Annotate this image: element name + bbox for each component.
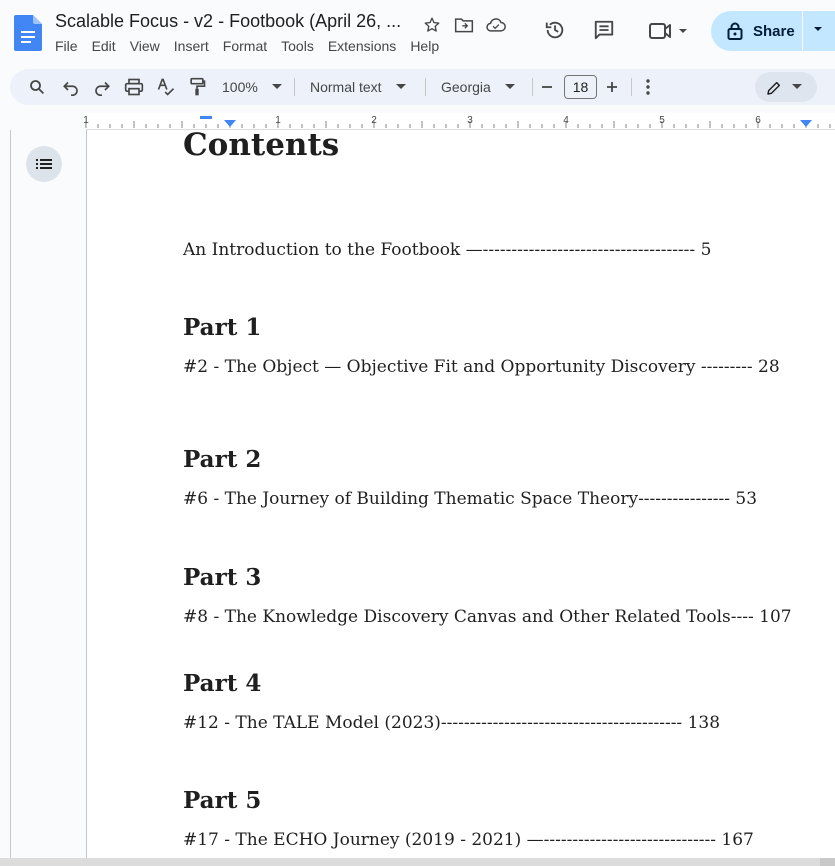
document-title[interactable]: Scalable Focus - v2 - Footbook (April 26…	[55, 11, 405, 32]
menu-file[interactable]: File	[55, 38, 78, 54]
toolbar-divider	[631, 78, 632, 96]
version-history-icon[interactable]	[544, 19, 566, 41]
print-icon[interactable]	[124, 69, 144, 105]
share-divider	[802, 11, 803, 51]
font-size-input[interactable]: 18	[564, 75, 597, 99]
share-label: Share	[753, 22, 795, 40]
font-family-value: Georgia	[441, 79, 491, 95]
zoom-select[interactable]: 100%	[222, 69, 282, 105]
menu-bar: File Edit View Insert Format Tools Exten…	[55, 38, 453, 54]
meet-icon[interactable]	[648, 20, 692, 42]
docs-logo-icon[interactable]	[14, 15, 42, 51]
star-icon[interactable]	[421, 14, 443, 36]
undo-icon[interactable]	[62, 69, 80, 105]
more-options-icon[interactable]	[646, 69, 650, 105]
comments-icon[interactable]	[593, 19, 615, 41]
formatting-toolbar: 100% Normal text Georgia 18	[10, 69, 835, 105]
ruler-number: 1	[275, 115, 281, 126]
toc-entry[interactable]: #12 - The TALE Model (2023)-------------…	[183, 713, 720, 733]
part-heading: Part 2	[183, 446, 262, 473]
search-menus-icon[interactable]	[28, 69, 46, 105]
toc-entry[interactable]: #2 - The Object — Objective Fit and Oppo…	[183, 357, 780, 377]
toc-entry[interactable]: #8 - The Knowledge Discovery Canvas and …	[183, 607, 792, 627]
lock-icon	[727, 22, 743, 40]
menu-edit[interactable]: Edit	[92, 38, 116, 54]
part-heading: Part 4	[183, 670, 262, 697]
chevron-down-icon	[271, 84, 282, 89]
paragraph-style-select[interactable]: Normal text	[310, 69, 414, 105]
ruler-ticks: 1 1 2 3 4 5 6	[83, 115, 831, 128]
toc-entry[interactable]: #17 - The ECHO Journey (2019 - 2021) —--…	[183, 830, 754, 850]
pencil-icon	[767, 81, 781, 95]
share-options-chevron-icon[interactable]	[811, 24, 825, 34]
chevron-down-icon	[395, 84, 406, 89]
menu-insert[interactable]: Insert	[174, 38, 209, 54]
move-folder-icon[interactable]	[453, 14, 475, 36]
ruler-number: 5	[659, 115, 665, 126]
editing-mode-button[interactable]	[755, 72, 817, 102]
contents-heading: Contents	[183, 130, 340, 163]
toolbar-divider	[294, 78, 295, 96]
toc-entry[interactable]: #6 - The Journey of Building Thematic Sp…	[183, 489, 757, 509]
menu-view[interactable]: View	[130, 38, 160, 54]
decrease-font-size-icon[interactable]	[541, 69, 553, 105]
menu-help[interactable]: Help	[410, 38, 439, 54]
part-heading: Part 3	[183, 564, 262, 591]
chevron-down-icon	[504, 84, 515, 89]
cloud-saved-icon[interactable]	[485, 14, 507, 36]
toolbar-divider	[425, 78, 426, 96]
right-indent-marker[interactable]	[800, 120, 812, 127]
ruler-number: 4	[563, 115, 569, 126]
horizontal-scrollbar-thumb[interactable]	[0, 858, 820, 866]
redo-icon[interactable]	[93, 69, 111, 105]
ruler-number: 2	[371, 115, 377, 126]
zoom-value: 100%	[222, 79, 258, 95]
left-margin	[0, 130, 10, 858]
chevron-down-icon	[792, 84, 802, 89]
horizontal-ruler[interactable]: 1 1 2 3 4 5 6	[0, 113, 835, 130]
menu-extensions[interactable]: Extensions	[328, 38, 396, 54]
ruler-number: 1	[83, 115, 89, 126]
menu-format[interactable]: Format	[223, 38, 267, 54]
paragraph-style-value: Normal text	[310, 79, 382, 95]
paint-format-icon[interactable]	[188, 69, 206, 105]
ruler-number: 3	[467, 115, 473, 126]
outline-list-icon	[36, 159, 52, 169]
left-indent-marker[interactable]	[224, 120, 236, 127]
title-bar: Scalable Focus - v2 - Footbook (April 26…	[0, 0, 835, 64]
part-heading: Part 1	[183, 314, 262, 341]
increase-font-size-icon[interactable]	[606, 69, 618, 105]
menu-tools[interactable]: Tools	[281, 38, 314, 54]
ruler-number: 6	[755, 115, 761, 126]
document-outline-button[interactable]	[26, 146, 62, 182]
toolbar-divider	[532, 78, 533, 96]
outline-panel	[10, 130, 87, 858]
part-heading: Part 5	[183, 787, 262, 814]
first-line-indent-marker[interactable]	[200, 116, 212, 119]
spellcheck-icon[interactable]	[156, 69, 176, 105]
font-family-select[interactable]: Georgia	[441, 69, 525, 105]
toc-entry-introduction[interactable]: An Introduction to the Footbook —-------…	[183, 240, 711, 260]
document-page[interactable]: Contents An Introduction to the Footbook…	[87, 130, 835, 858]
